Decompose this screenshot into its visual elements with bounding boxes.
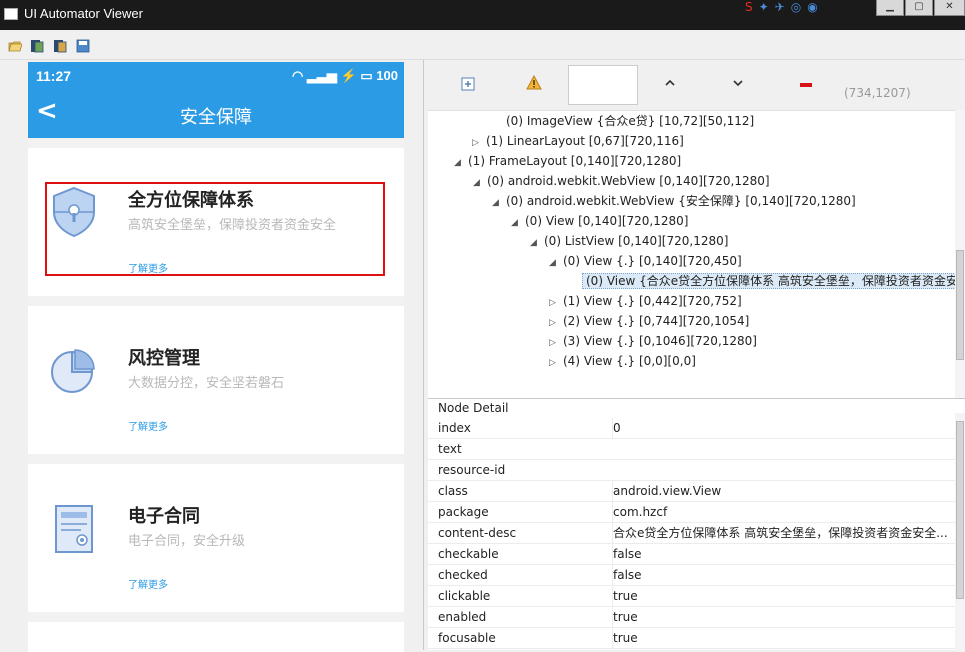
learn-more-link[interactable]: 了解更多 [128,576,168,591]
status-icons: ◠ ▂▃▅ ⚡ ▭ 100 [292,68,398,84]
list-item[interactable]: 风控管理 大数据分控，安全坚若磐石 了解更多 [28,306,404,454]
table-row[interactable]: focusable true [428,628,955,649]
window-title: UI Automator Viewer [24,6,143,21]
list-item[interactable]: 电子合同 电子合同，安全升级 了解更多 [28,464,404,612]
phone-statusbar: 11:27 ◠ ▂▃▅ ⚡ ▭ 100 [28,62,404,90]
scrollbar-thumb[interactable] [956,250,964,360]
card-title: 电子合同 [128,506,200,527]
close-button[interactable]: ✕ [934,0,965,16]
tree-node[interactable]: ▷ (3) View {.} [0,1046][720,1280] [549,331,757,351]
device-screenshot[interactable]: 11:27 ◠ ▂▃▅ ⚡ ▭ 100 < 安全保障 全方位保障体系 高筑安全堡… [28,62,404,652]
tree-node[interactable]: ◢ (0) View [0,140][720,1280] [511,211,688,231]
app-icon [4,8,18,20]
table-row[interactable]: checked false [428,565,955,586]
tree-node[interactable]: ◢ (0) android.webkit.WebView [0,140][720,… [473,171,770,191]
tree-node[interactable]: ▷ (1) LinearLayout [0,67][720,116] [472,131,684,151]
tree-toolbar: (734,1207) [428,60,965,110]
status-time: 11:27 [36,68,72,84]
tree-node[interactable]: (0) ImageView {合众e贷} [10,72][50,112] [492,111,754,131]
phone-appbar: < 安全保障 [28,90,404,138]
system-tray-icons: S✦✈◎◉ [745,0,824,14]
signal-icon: ▂▃▅ [306,68,337,83]
table-row[interactable]: enabled true [428,607,955,628]
tree-node[interactable]: ▷ (4) View {.} [0,0][0,0] [549,351,696,371]
warning-icon[interactable] [524,74,544,95]
inspector-pane: (734,1207) (0) ImageView {合众e贷} [10,72][… [428,60,965,651]
screenshot-pane[interactable]: 11:27 ◠ ▂▃▅ ⚡ ▭ 100 < 安全保障 全方位保障体系 高筑安全堡… [0,60,424,652]
maximize-button[interactable]: ▢ [905,0,933,16]
coordinate-readout: (734,1207) [844,86,911,100]
clear-icon[interactable] [796,77,816,97]
table-row[interactable]: clickable true [428,586,955,607]
window-titlebar: UI Automator Viewer S✦✈◎◉ ▁ ▢ ✕ [0,0,965,30]
selected-node-highlight [45,182,385,276]
card-subtitle: 大数据分控，安全坚若磐石 [128,376,285,391]
tree-vertical-scrollbar[interactable] [955,110,965,432]
contract-icon [48,500,100,556]
device-screenshot-compressed-icon[interactable] [53,38,67,53]
table-row[interactable]: class android.view.View [428,481,955,502]
list-item[interactable] [28,622,404,652]
tree-node[interactable]: ▷ (2) View {.} [0,744][720,1054] [549,311,749,331]
tree-node-selected[interactable]: (0) View {合众e贷全方位保障体系 高筑安全堡垒，保障投资者资金安全 [568,271,955,291]
card-subtitle: 电子合同，安全升级 [128,534,246,549]
battery-level: 100 [376,68,398,83]
device-screenshot-icon[interactable] [30,38,44,53]
tree-node[interactable]: ◢ (0) android.webkit.WebView {安全保障} [0,14… [492,191,856,211]
save-icon[interactable] [76,38,90,53]
open-folder-icon[interactable] [8,38,23,52]
hierarchy-tree[interactable]: (0) ImageView {合众e贷} [10,72][50,112] ▷ (1… [428,110,955,432]
tree-node[interactable]: ◢ (0) View {.} [0,140][720,450] [549,251,742,271]
chevron-down-icon[interactable] [728,75,748,95]
minimize-button[interactable]: ▁ [876,0,904,16]
tree-node[interactable]: ◢ (0) ListView [0,140][720,1280] [530,231,728,251]
table-row[interactable]: index 0 [428,418,955,439]
main-toolbar [0,30,965,60]
table-row[interactable]: checkable false [428,544,955,565]
expand-all-icon[interactable] [458,76,478,96]
charging-icon: ⚡ [340,68,357,83]
wifi-icon: ◠ [291,68,304,83]
tree-node[interactable]: ◢ (1) FrameLayout [0,140][720,1280] [454,151,681,171]
learn-more-link[interactable]: 了解更多 [128,418,168,433]
detail-vertical-scrollbar[interactable] [955,413,965,651]
search-box[interactable] [568,65,638,105]
scrollbar-thumb[interactable] [956,421,964,599]
battery-icon: ▭ [360,68,373,83]
card-title: 风控管理 [128,348,200,369]
table-row[interactable]: package com.hzcf [428,502,955,523]
node-detail-header: Node Detail [438,401,509,415]
table-row[interactable]: resource-id [428,460,955,481]
table-row[interactable]: text [428,439,955,460]
phone-page-title: 安全保障 [180,107,252,128]
pie-chart-icon [48,342,100,398]
table-row[interactable]: content-desc 合众e贷全方位保障体系 高筑安全堡垒，保障投资者资金安全… [428,523,955,544]
tree-node[interactable]: ▷ (1) View {.} [0,442][720,752] [549,291,742,311]
chevron-up-icon[interactable] [660,75,680,95]
node-detail-panel: Node Detail index 0 text resource-id clas… [428,398,965,651]
